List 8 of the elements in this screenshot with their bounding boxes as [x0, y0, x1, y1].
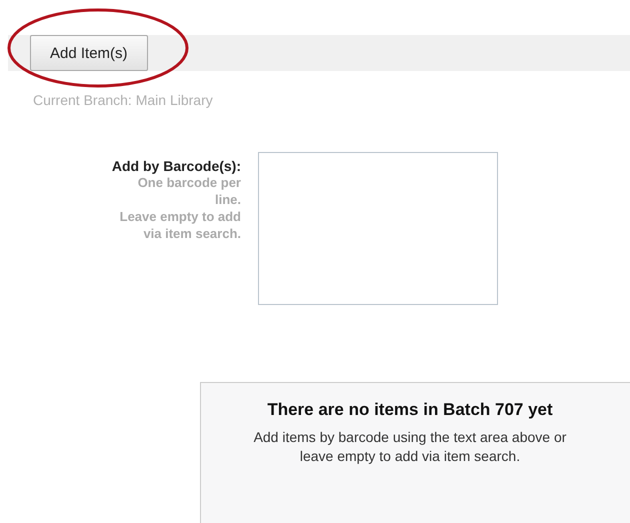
empty-message-title: There are no items in Batch 707 yet [266, 400, 554, 420]
barcode-label: Add by Barcode(s): [112, 158, 241, 174]
current-branch-text: Current Branch: Main Library [33, 92, 214, 108]
hint-text: One barcode per line. [136, 174, 241, 208]
empty-message-text: Add items by barcode using the text area above or leave empty to add via item search. [252, 428, 568, 466]
add-items-button[interactable]: Add Item(s) [30, 35, 148, 71]
barcode-input-field[interactable] [258, 152, 498, 305]
hint-text: Leave empty to add via item search. [118, 208, 241, 242]
